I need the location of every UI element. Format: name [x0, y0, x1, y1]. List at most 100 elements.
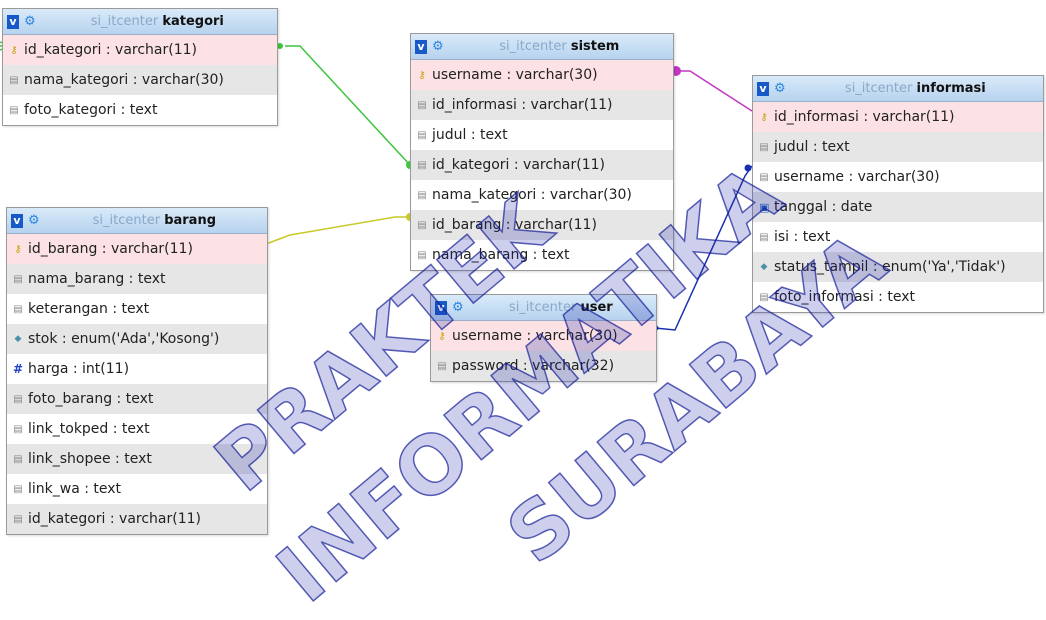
column-label: foto_barang : text — [28, 391, 154, 407]
column-row[interactable]: ▤ id_informasi : varchar(11) — [411, 90, 673, 120]
gear-icon[interactable]: ⚙ — [24, 14, 36, 29]
column-label: password : varchar(32) — [452, 358, 615, 374]
table-header[interactable]: v ⚙ si_itcenter informasi — [753, 76, 1043, 102]
column-label: id_kategori : varchar(11) — [28, 511, 201, 527]
column-label: id_informasi : varchar(11) — [432, 97, 613, 113]
column-label: stok : enum('Ada','Kosong') — [28, 331, 220, 347]
text-field-icon: ▤ — [13, 483, 23, 495]
table-title: si_itcenter barang — [46, 213, 263, 228]
table-user[interactable]: v ⚙ si_itcenter user ⚷ username : varchar(30… — [430, 294, 657, 382]
column-label: judul : text — [432, 127, 508, 143]
text-field-icon: ▤ — [13, 423, 23, 435]
column-row[interactable]: ▤ isi : text — [753, 222, 1043, 252]
column-label: username : varchar(30) — [452, 328, 618, 344]
column-row[interactable]: ▤ foto_barang : text — [7, 384, 267, 414]
column-row[interactable]: ▤ id_barang : varchar(11) — [411, 210, 673, 240]
table-kategori[interactable]: v ⚙ si_itcenter kategori ⚷ id_kategori : var… — [2, 8, 278, 126]
column-row[interactable]: ▤ judul : text — [411, 120, 673, 150]
table-header[interactable]: v ⚙ si_itcenter user — [431, 295, 656, 321]
column-row[interactable]: ▤ username : varchar(30) — [753, 162, 1043, 192]
collapse-toggle-icon[interactable]: v — [435, 300, 447, 315]
column-row[interactable]: ▤ judul : text — [753, 132, 1043, 162]
table-name: kategori — [162, 14, 224, 29]
column-row[interactable]: ▤ nama_barang : text — [7, 264, 267, 294]
text-field-icon: ▤ — [417, 159, 427, 171]
column-row[interactable]: ▤ keterangan : text — [7, 294, 267, 324]
column-row[interactable]: ⚷ username : varchar(30) — [431, 321, 656, 351]
column-label: judul : text — [774, 139, 850, 155]
column-row[interactable]: ⚷ id_barang : varchar(11) — [7, 234, 267, 264]
table-header[interactable]: v ⚙ si_itcenter sistem — [411, 34, 673, 60]
column-row[interactable]: ◆ status_tampil : enum('Ya','Tidak') — [753, 252, 1043, 282]
table-name: barang — [164, 213, 217, 228]
column-label: link_tokped : text — [28, 421, 150, 437]
column-row[interactable]: ▤ nama_kategori : varchar(30) — [411, 180, 673, 210]
column-row[interactable]: ⚷ username : varchar(30) — [411, 60, 673, 90]
column-label: id_kategori : varchar(11) — [24, 42, 197, 58]
database-name: si_itcenter — [499, 39, 567, 54]
column-row[interactable]: ▤ link_wa : text — [7, 474, 267, 504]
column-label: id_informasi : varchar(11) — [774, 109, 955, 125]
text-field-icon: ▤ — [759, 231, 769, 243]
table-informasi[interactable]: v ⚙ si_itcenter informasi ⚷ id_informasi : v… — [752, 75, 1044, 313]
text-field-icon: ▤ — [759, 171, 769, 183]
text-field-icon: ▤ — [417, 129, 427, 141]
text-field-icon: ▤ — [9, 74, 19, 86]
text-field-icon: ▤ — [759, 291, 769, 303]
table-title: si_itcenter user — [470, 300, 652, 315]
primary-key-icon: ⚷ — [14, 243, 22, 255]
column-row[interactable]: ▤ id_kategori : varchar(11) — [411, 150, 673, 180]
column-label: nama_kategori : varchar(30) — [432, 187, 632, 203]
gear-icon[interactable]: ⚙ — [432, 39, 444, 54]
table-header[interactable]: v ⚙ si_itcenter kategori — [3, 9, 277, 35]
text-field-icon: ▤ — [13, 453, 23, 465]
column-row[interactable]: ◆ stok : enum('Ada','Kosong') — [7, 324, 267, 354]
collapse-toggle-icon[interactable]: v — [11, 213, 23, 228]
column-label: nama_barang : text — [432, 247, 570, 263]
column-row[interactable]: # harga : int(11) — [7, 354, 267, 384]
column-label: tanggal : date — [774, 199, 873, 215]
column-label: keterangan : text — [28, 301, 150, 317]
table-name: sistem — [570, 39, 620, 54]
text-field-icon: ▤ — [417, 189, 427, 201]
column-label: nama_kategori : varchar(30) — [24, 72, 224, 88]
gear-icon[interactable]: ⚙ — [28, 213, 40, 228]
column-row[interactable]: ▤ link_shopee : text — [7, 444, 267, 474]
collapse-toggle-icon[interactable]: v — [7, 14, 19, 29]
text-field-icon: ▤ — [437, 360, 447, 372]
date-field-icon: ▣ — [759, 200, 770, 214]
table-barang[interactable]: v ⚙ si_itcenter barang ⚷ id_barang : varchar… — [6, 207, 268, 535]
column-label: id_barang : varchar(11) — [28, 241, 193, 257]
table-title: si_itcenter informasi — [792, 81, 1039, 96]
table-title: si_itcenter kategori — [42, 14, 273, 29]
relation-sistem-informasi — [672, 70, 753, 112]
column-row[interactable]: ▤ foto_kategori : text — [3, 95, 277, 125]
column-row[interactable]: ▤ nama_barang : text — [411, 240, 673, 270]
column-row[interactable]: ▤ id_kategori : varchar(11) — [7, 504, 267, 534]
column-label: isi : text — [774, 229, 831, 245]
column-label: username : varchar(30) — [774, 169, 940, 185]
table-name: informasi — [916, 81, 986, 96]
column-row[interactable]: ▣ tanggal : date — [753, 192, 1043, 222]
column-row[interactable]: ▤ password : varchar(32) — [431, 351, 656, 381]
primary-key-icon: ⚷ — [438, 330, 446, 342]
text-field-icon: ▤ — [13, 303, 23, 315]
column-row[interactable]: ⚷ id_informasi : varchar(11) — [753, 102, 1043, 132]
column-label: link_wa : text — [28, 481, 122, 497]
column-row[interactable]: ⚷ id_kategori : varchar(11) — [3, 35, 277, 65]
gear-icon[interactable]: ⚙ — [774, 81, 786, 96]
table-title: si_itcenter sistem — [450, 39, 669, 54]
collapse-toggle-icon[interactable]: v — [757, 81, 769, 96]
column-label: username : varchar(30) — [432, 67, 598, 83]
numeric-field-icon: # — [13, 362, 24, 376]
table-sistem[interactable]: v ⚙ si_itcenter sistem ⚷ username : varchar(… — [410, 33, 674, 271]
text-field-icon: ▤ — [13, 273, 23, 285]
gear-icon[interactable]: ⚙ — [452, 300, 464, 315]
column-label: harga : int(11) — [28, 361, 130, 377]
collapse-toggle-icon[interactable]: v — [415, 39, 427, 54]
database-name: si_itcenter — [90, 14, 159, 29]
column-row[interactable]: ▤ link_tokped : text — [7, 414, 267, 444]
table-header[interactable]: v ⚙ si_itcenter barang — [7, 208, 267, 234]
column-row[interactable]: ▤ foto_informasi : text — [753, 282, 1043, 312]
column-row[interactable]: ▤ nama_kategori : varchar(30) — [3, 65, 277, 95]
